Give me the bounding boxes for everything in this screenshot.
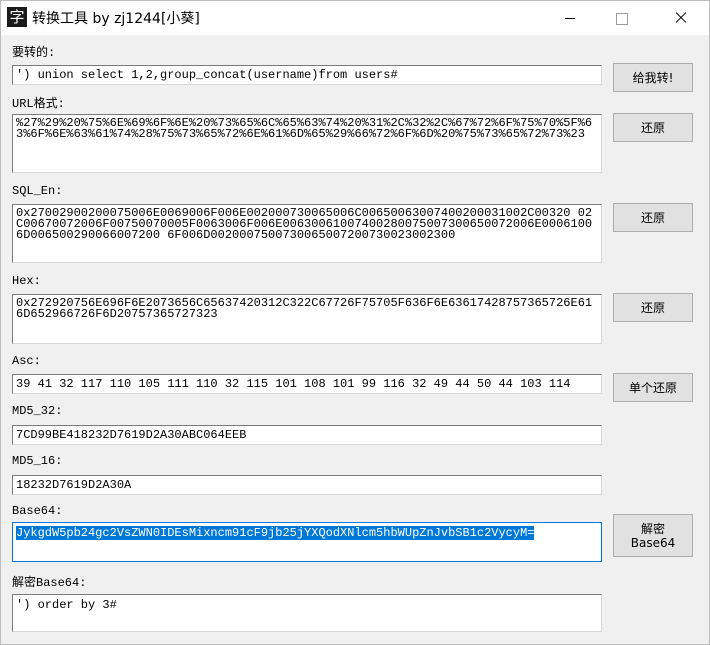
asc-label: Asc: [12,354,41,368]
sql-en-field[interactable]: 0x27002900200075006E0069006F006E00200073… [12,204,602,263]
md5-16-label: MD5_16: [12,454,63,468]
hex-label: Hex: [12,274,41,288]
url-label: URL格式: [12,97,65,111]
md5-16-field[interactable]: 18232D7619D2A30A [12,475,602,495]
converter-window: 字 转换工具 by zj1244[小葵] 要转的: ') union selec… [0,0,710,645]
md5-32-label: MD5_32: [12,404,63,418]
decoded-base64-label: 解密Base64: [12,576,87,590]
app-glyph-icon: 字 [7,7,27,27]
restore-hex-button[interactable]: 还原 [613,293,693,322]
input-field[interactable]: ') union select 1,2,group_concat(usernam… [12,65,602,85]
window-title: 转换工具 by zj1244[小葵] [32,11,200,27]
restore-asc-button[interactable]: 单个还原 [613,373,693,402]
decoded-base64-field[interactable]: ') order by 3# [12,594,602,632]
restore-url-button[interactable]: 还原 [613,113,693,142]
restore-sql-button[interactable]: 还原 [613,203,693,232]
title-bar: 字 转换工具 by zj1244[小葵] [1,1,709,35]
base64-label: Base64: [12,504,63,518]
base64-field[interactable]: JykgdW5pb24gc2VsZWN0IDEsMixncm91cF9jb25j… [12,522,602,562]
hex-field[interactable]: 0x272920756E696F6E2073656C65637420312C32… [12,294,602,344]
maximize-button[interactable] [598,1,644,35]
url-field[interactable]: %27%29%20%75%6E%69%6F%6E%20%73%65%6C%65%… [12,114,602,173]
md5-32-field[interactable]: 7CD99BE418232D7619D2A30ABC064EEB [12,425,602,445]
decrypt-base64-button[interactable]: 解密 Base64 [613,514,693,557]
minimize-button[interactable] [547,1,593,35]
base64-selected-text: JykgdW5pb24gc2VsZWN0IDEsMixncm91cF9jb25j… [16,526,535,540]
input-label: 要转的: [12,46,56,60]
close-button[interactable] [657,1,703,35]
asc-field[interactable]: 39 41 32 117 110 105 111 110 32 115 101 … [12,374,602,394]
convert-button[interactable]: 给我转! [613,63,693,92]
sql-en-label: SQL_En: [12,184,63,198]
